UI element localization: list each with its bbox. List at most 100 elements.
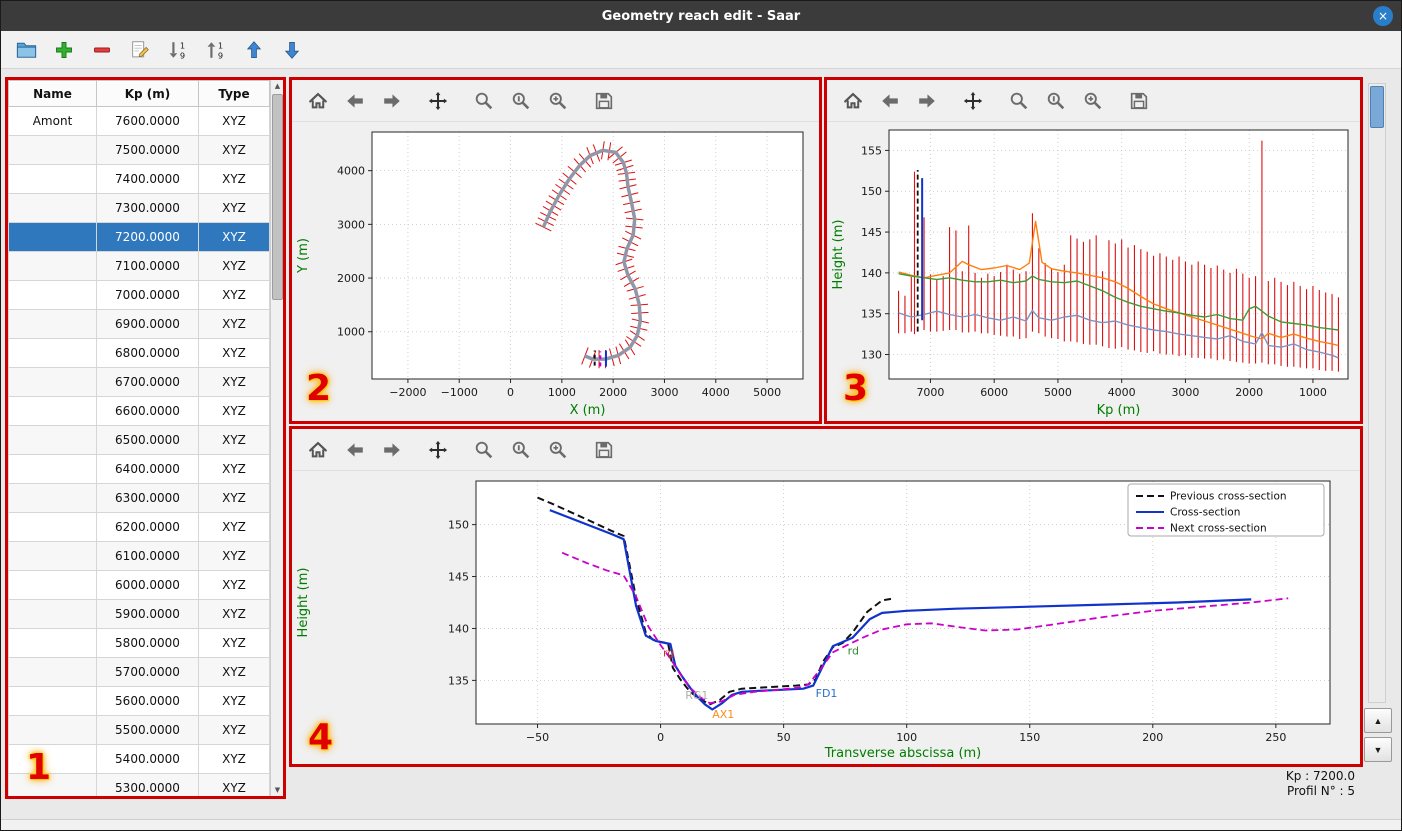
status-bar bbox=[1, 819, 1401, 830]
back-icon[interactable] bbox=[341, 436, 369, 464]
zoom-axes-icon[interactable] bbox=[1042, 87, 1070, 115]
zoom-in-icon[interactable] bbox=[544, 436, 572, 464]
table-row[interactable]: 7200.0000 XYZ bbox=[8, 222, 270, 252]
svg-text:1000: 1000 bbox=[1299, 386, 1327, 399]
table-row[interactable]: 6400.0000 XYZ bbox=[8, 454, 270, 484]
svg-text:150: 150 bbox=[861, 185, 882, 198]
longitudinal-profile-panel: 7000 6000 5000 4000 3000 2000 1000 130 135 140 145… bbox=[824, 77, 1363, 424]
svg-text:145: 145 bbox=[448, 571, 469, 584]
longitudinal-profile-plot[interactable]: 7000 6000 5000 4000 3000 2000 1000 130 135 140 145… bbox=[827, 122, 1360, 421]
next-profile-button[interactable]: ▼ bbox=[1364, 737, 1392, 762]
save-icon[interactable] bbox=[590, 87, 618, 115]
sort-descending-button[interactable]: 19 bbox=[163, 35, 193, 65]
svg-text:2000: 2000 bbox=[599, 386, 627, 399]
svg-text:5000: 5000 bbox=[753, 386, 781, 399]
edit-profile-button[interactable] bbox=[125, 35, 155, 65]
table-row[interactable]: 5600.0000 XYZ bbox=[8, 686, 270, 716]
svg-text:250: 250 bbox=[1265, 731, 1286, 744]
table-row[interactable]: 6100.0000 XYZ bbox=[8, 541, 270, 571]
table-scroll-up-icon[interactable]: ▲ bbox=[271, 82, 283, 90]
cross-section-plot[interactable]: rg rd FD1 AX1 RG1 Previous cross-section Cross… bbox=[292, 471, 1360, 764]
main-toolbar: 1919 bbox=[1, 31, 1401, 69]
svg-text:Height (m): Height (m) bbox=[831, 220, 846, 290]
close-button[interactable]: × bbox=[1373, 6, 1393, 26]
table-row[interactable]: 6000.0000 XYZ bbox=[8, 570, 270, 600]
plan-plot-toolbar bbox=[292, 80, 819, 122]
svg-text:135: 135 bbox=[448, 674, 469, 687]
window-scrollbar[interactable] bbox=[1368, 83, 1386, 703]
open-file-button[interactable] bbox=[11, 35, 41, 65]
table-scroll-down-icon[interactable]: ▼ bbox=[271, 786, 283, 794]
pan-icon[interactable] bbox=[959, 87, 987, 115]
table-row[interactable]: 5900.0000 XYZ bbox=[8, 599, 270, 629]
svg-text:1000: 1000 bbox=[548, 386, 576, 399]
svg-text:1000: 1000 bbox=[337, 326, 365, 339]
table-row[interactable]: 6600.0000 XYZ bbox=[8, 396, 270, 426]
save-icon[interactable] bbox=[1125, 87, 1153, 115]
svg-text:130: 130 bbox=[861, 349, 882, 362]
table-row[interactable]: 6900.0000 XYZ bbox=[8, 309, 270, 339]
home-icon[interactable] bbox=[304, 87, 332, 115]
table-row[interactable]: Amont 7600.0000 XYZ bbox=[8, 106, 270, 136]
table-row[interactable]: 6300.0000 XYZ bbox=[8, 483, 270, 513]
pan-icon[interactable] bbox=[424, 436, 452, 464]
profiles-table-wrap: Name Kp (m) Type Amont 7600.0000 XYZ 7500.0… bbox=[8, 80, 283, 796]
delete-profile-button[interactable] bbox=[87, 35, 117, 65]
table-scrollbar-thumb[interactable] bbox=[272, 94, 283, 300]
table-row[interactable]: 7500.0000 XYZ bbox=[8, 135, 270, 165]
window-title: Geometry reach edit - Saar bbox=[601, 8, 801, 24]
table-row[interactable]: 5500.0000 XYZ bbox=[8, 715, 270, 745]
app-window: Geometry reach edit - Saar × 1919 Name K… bbox=[0, 0, 1402, 831]
svg-text:150: 150 bbox=[448, 519, 469, 532]
plan-view-plot[interactable]: −2000 −1000 0 1000 2000 3000 4000 5000 1000 2000 3… bbox=[292, 122, 819, 421]
zoom-icon[interactable] bbox=[470, 87, 498, 115]
svg-text:7000: 7000 bbox=[916, 386, 944, 399]
save-icon[interactable] bbox=[590, 436, 618, 464]
zoom-icon[interactable] bbox=[1005, 87, 1033, 115]
zoom-axes-icon[interactable] bbox=[507, 436, 535, 464]
table-row[interactable]: 7000.0000 XYZ bbox=[8, 280, 270, 310]
svg-text:4000: 4000 bbox=[337, 165, 365, 178]
zoom-icon[interactable] bbox=[470, 436, 498, 464]
profiles-table-panel: Name Kp (m) Type Amont 7600.0000 XYZ 7500.0… bbox=[5, 77, 286, 799]
svg-text:Y (m): Y (m) bbox=[296, 238, 311, 274]
move-profile-down-button[interactable] bbox=[277, 35, 307, 65]
forward-icon[interactable] bbox=[913, 87, 941, 115]
table-row[interactable]: 7300.0000 XYZ bbox=[8, 193, 270, 223]
table-row[interactable]: 7100.0000 XYZ bbox=[8, 251, 270, 281]
col-header-name: Name bbox=[8, 80, 97, 107]
forward-icon[interactable] bbox=[378, 87, 406, 115]
svg-text:200: 200 bbox=[1142, 731, 1163, 744]
profile-readout: Kp : 7200.0 Profil N° : 5 bbox=[1286, 769, 1355, 799]
zoom-axes-icon[interactable] bbox=[507, 87, 535, 115]
zoom-in-icon[interactable] bbox=[1079, 87, 1107, 115]
pan-icon[interactable] bbox=[424, 87, 452, 115]
window-scrollbar-thumb[interactable] bbox=[1370, 86, 1384, 128]
sort-ascending-button[interactable]: 19 bbox=[201, 35, 231, 65]
table-row[interactable]: 6500.0000 XYZ bbox=[8, 425, 270, 455]
move-profile-up-button[interactable] bbox=[239, 35, 269, 65]
previous-profile-button[interactable]: ▲ bbox=[1364, 708, 1392, 733]
table-row[interactable]: 6800.0000 XYZ bbox=[8, 338, 270, 368]
svg-text:Kp (m): Kp (m) bbox=[1097, 403, 1141, 418]
table-row[interactable]: 6700.0000 XYZ bbox=[8, 367, 270, 397]
back-icon[interactable] bbox=[341, 87, 369, 115]
table-row[interactable]: 6200.0000 XYZ bbox=[8, 512, 270, 542]
back-icon[interactable] bbox=[876, 87, 904, 115]
table-scrollbar[interactable]: ▲ ▼ bbox=[270, 80, 283, 796]
forward-icon[interactable] bbox=[378, 436, 406, 464]
svg-text:Previous cross-section: Previous cross-section bbox=[1170, 491, 1287, 503]
svg-text:145: 145 bbox=[861, 226, 882, 239]
svg-text:Cross-section: Cross-section bbox=[1170, 507, 1240, 519]
add-profile-button[interactable] bbox=[49, 35, 79, 65]
annotation-1: 1 bbox=[26, 747, 52, 788]
svg-text:6000: 6000 bbox=[980, 386, 1008, 399]
home-icon[interactable] bbox=[839, 87, 867, 115]
table-row[interactable]: 5700.0000 XYZ bbox=[8, 657, 270, 687]
point-label-RG1: RG1 bbox=[685, 689, 708, 702]
table-row[interactable]: 7400.0000 XYZ bbox=[8, 164, 270, 194]
table-row[interactable]: 5800.0000 XYZ bbox=[8, 628, 270, 658]
home-icon[interactable] bbox=[304, 436, 332, 464]
zoom-in-icon[interactable] bbox=[544, 87, 572, 115]
svg-text:0: 0 bbox=[507, 386, 514, 399]
